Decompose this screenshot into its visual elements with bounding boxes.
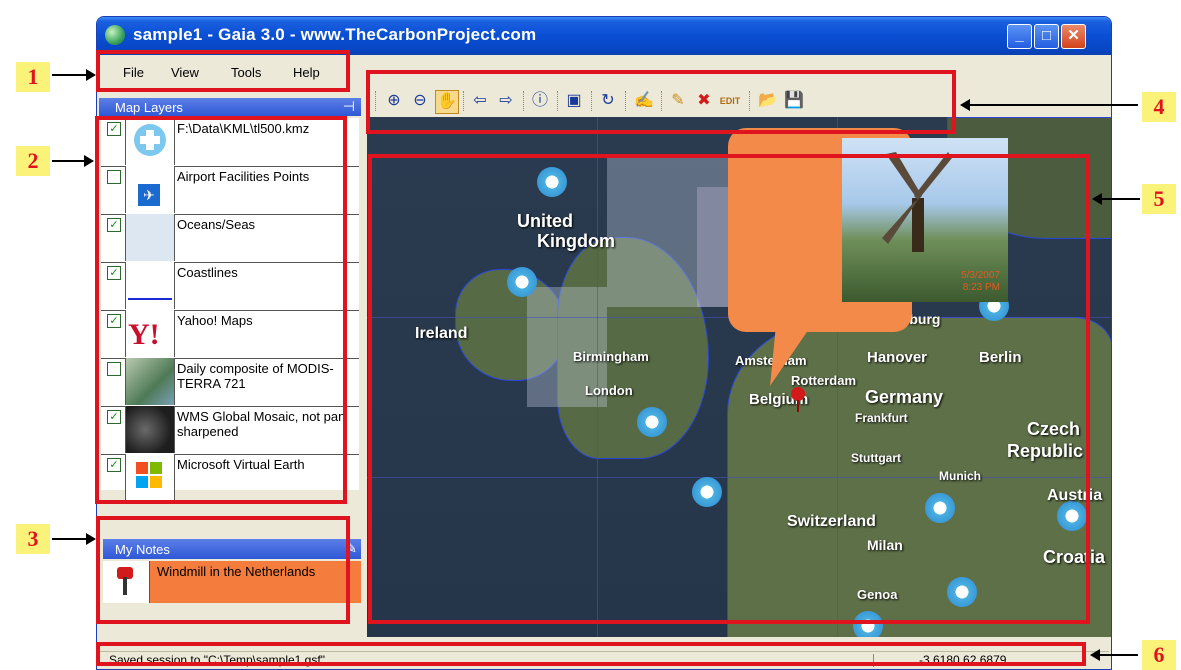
callout-box-layers [95, 116, 347, 504]
maximize-button[interactable]: □ [1034, 24, 1059, 49]
annotation-arrow-6 [1090, 649, 1138, 661]
annotation-arrow-4 [960, 99, 1138, 111]
minimize-button[interactable]: _ [1007, 24, 1032, 49]
maximize-icon: □ [1041, 27, 1052, 44]
window-title: sample1 - Gaia 3.0 - www.TheCarbonProjec… [133, 25, 537, 44]
map-layers-title: Map Layers [115, 100, 183, 115]
annotation-number-5: 5 [1142, 184, 1176, 214]
annotation-number-1: 1 [16, 62, 50, 92]
callout-box-status [96, 642, 1086, 666]
callout-box-map [368, 154, 1090, 624]
close-icon: ✕ [1067, 27, 1080, 44]
annotation-arrow-3 [52, 533, 96, 545]
annotation-arrow-2 [52, 155, 94, 167]
close-button[interactable]: ✕ [1061, 24, 1086, 49]
callout-box-toolbar [366, 70, 956, 134]
annotation-number-6: 6 [1142, 640, 1176, 670]
annotation-number-3: 3 [16, 524, 50, 554]
annotation-number-2: 2 [16, 146, 50, 176]
callout-box-menu [96, 50, 350, 92]
annotation-arrow-5 [1092, 193, 1140, 205]
globe-app-icon [105, 25, 125, 45]
map-layers-header: Map Layers ⊣ [99, 98, 361, 116]
annotation-number-4: 4 [1142, 92, 1176, 122]
annotation-arrow-1 [52, 69, 96, 81]
callout-box-notes [96, 516, 350, 624]
dock-pin-icon[interactable]: ⊣ [343, 98, 355, 115]
minimize-icon: _ [1015, 27, 1024, 44]
